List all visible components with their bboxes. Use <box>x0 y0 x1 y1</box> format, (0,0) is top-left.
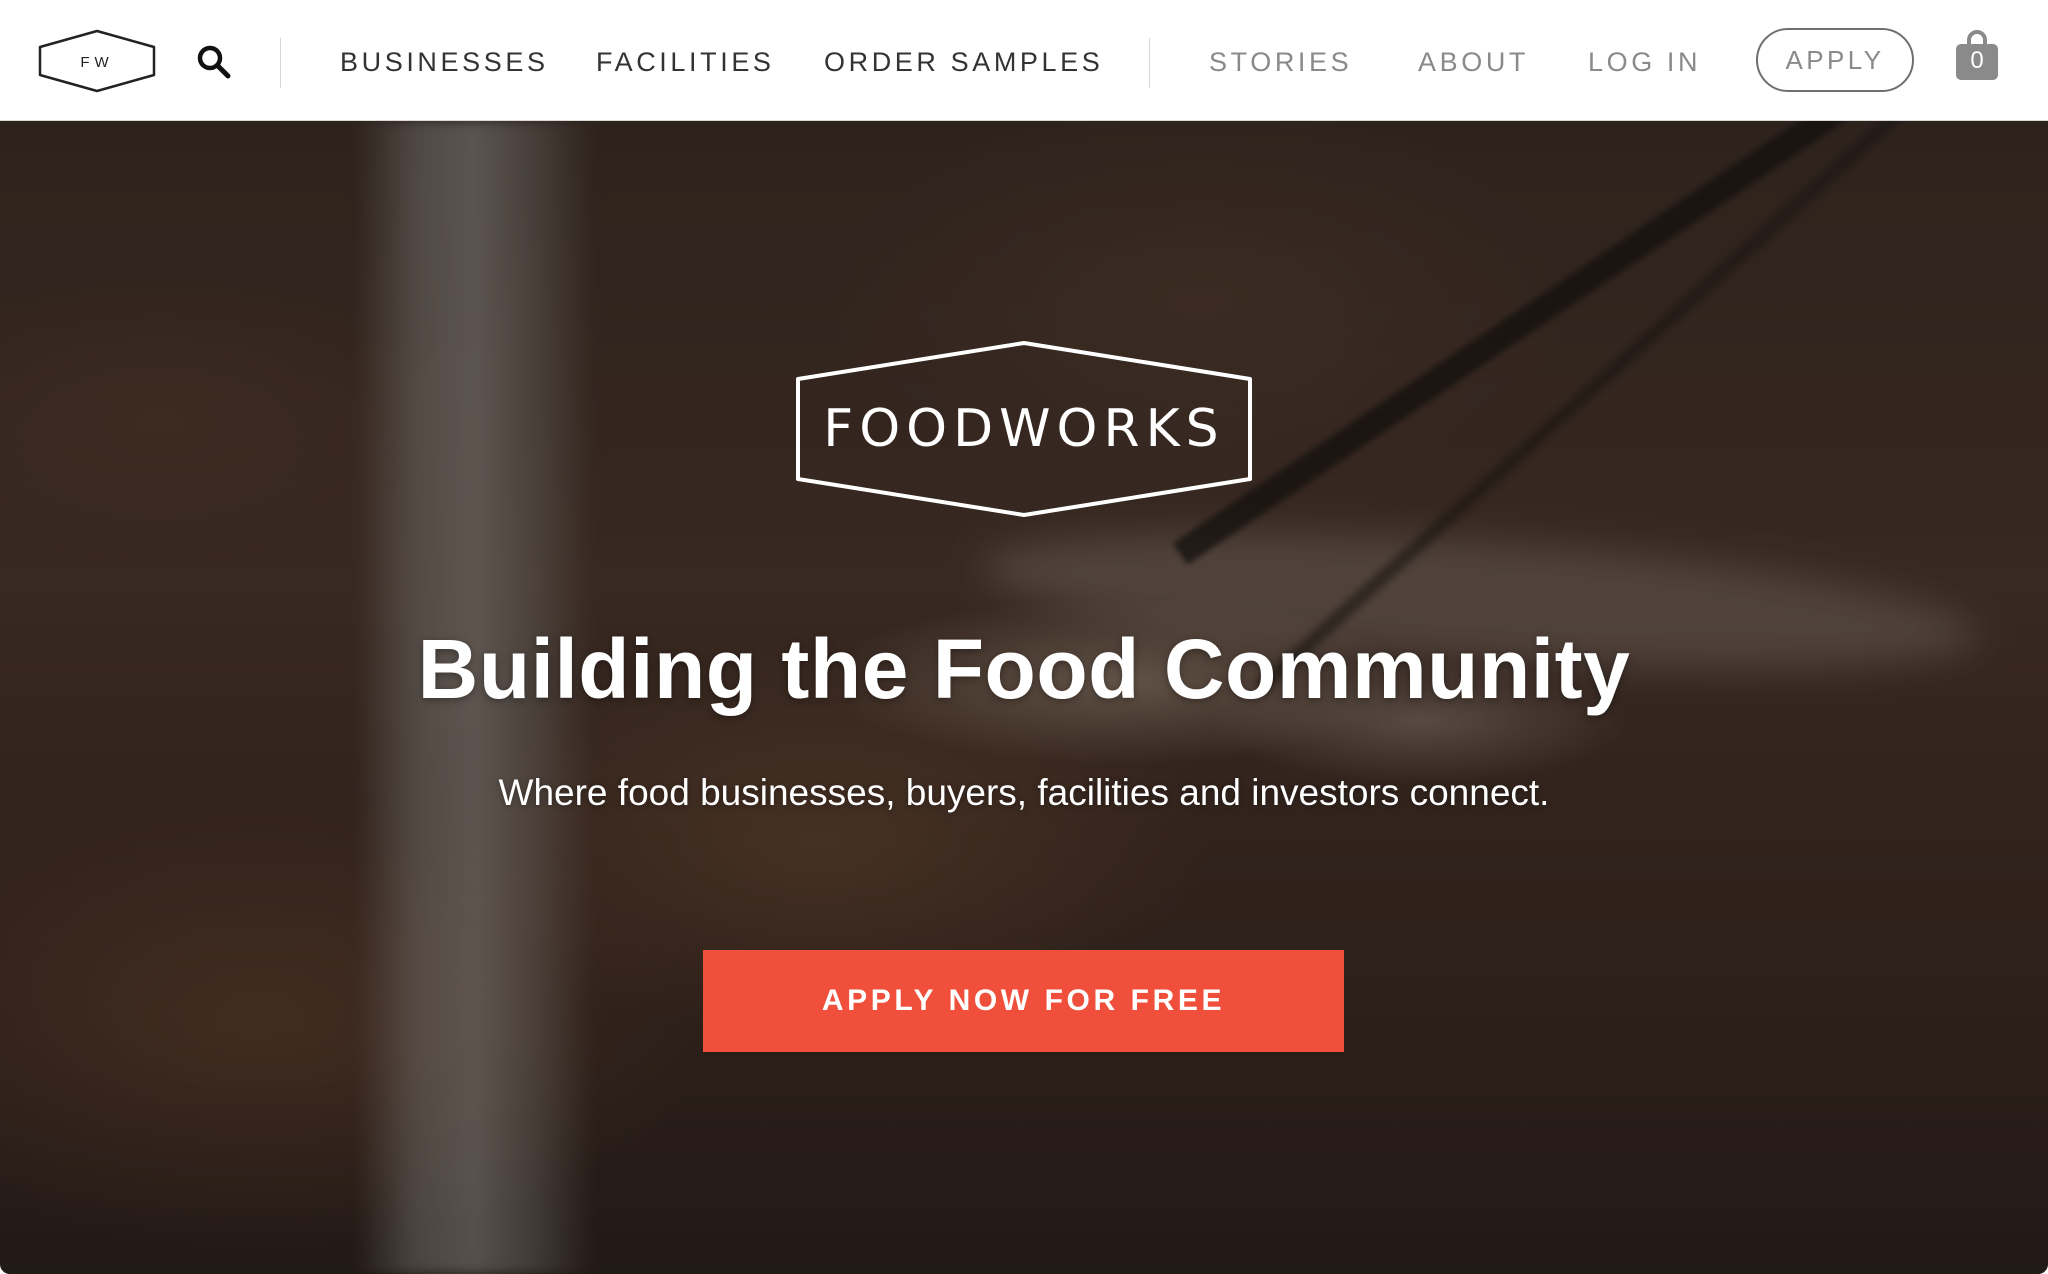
apply-button[interactable]: APPLY <box>1756 28 1914 92</box>
foodworks-logo: FOODWORKS <box>794 339 1254 519</box>
nav-link-order-samples[interactable]: ORDER SAMPLES <box>824 44 1103 80</box>
page: FW BUSINESSES FACILITIES ORDER SAMPLES S… <box>0 0 2048 1274</box>
search-icon[interactable] <box>196 44 232 80</box>
logo-text: FW <box>80 54 113 71</box>
nav-link-businesses[interactable]: BUSINESSES <box>340 44 549 80</box>
nav-link-facilities[interactable]: FACILITIES <box>596 44 775 80</box>
nav-divider <box>280 38 281 88</box>
cart-button[interactable]: 0 <box>1954 30 2000 82</box>
nav-link-stories[interactable]: STORIES <box>1209 44 1352 80</box>
nav-link-log-in[interactable]: LOG IN <box>1588 44 1701 80</box>
hero-subtitle: Where food businesses, buyers, facilitie… <box>498 772 1550 813</box>
top-nav: FW BUSINESSES FACILITIES ORDER SAMPLES S… <box>0 0 2048 121</box>
apply-now-button[interactable]: APPLY NOW FOR FREE <box>703 950 1344 1052</box>
nav-divider <box>1149 38 1150 88</box>
hero-section: FOODWORKS Building the Food Community Wh… <box>0 121 2048 1274</box>
logo-badge-icon: FW <box>38 29 156 93</box>
logo-fw[interactable]: FW <box>38 29 156 93</box>
hero-title: Building the Food Community <box>417 622 1631 716</box>
cart-count: 0 <box>1970 47 1984 74</box>
foodworks-logo-text: FOODWORKS <box>823 399 1225 459</box>
nav-link-about[interactable]: ABOUT <box>1418 44 1529 80</box>
